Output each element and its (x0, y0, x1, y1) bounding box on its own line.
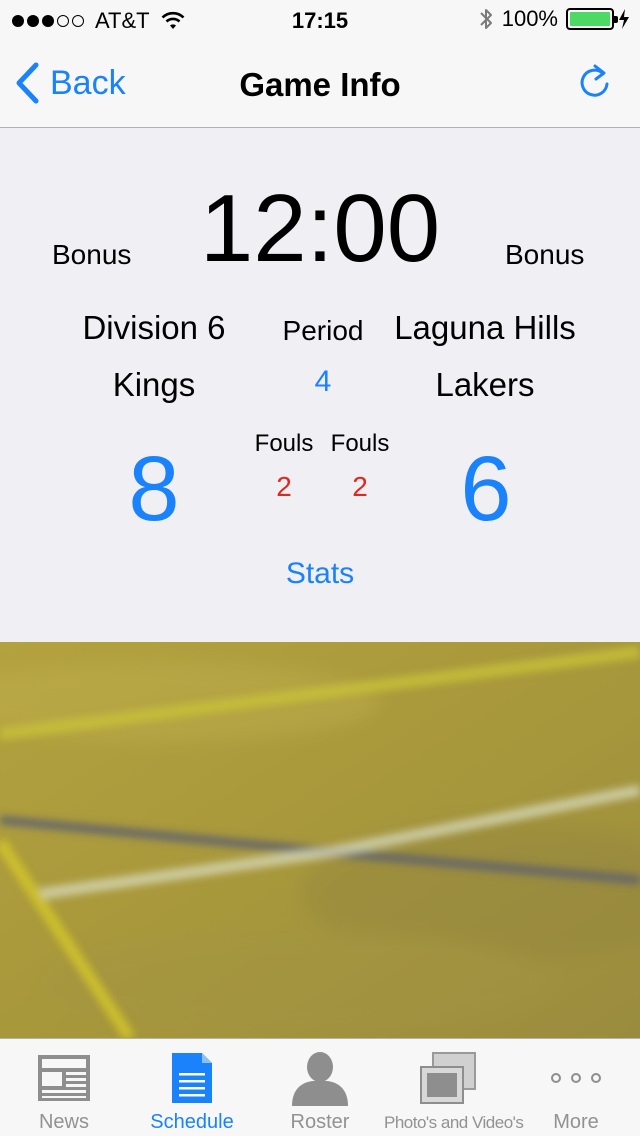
page-title: Game Info (239, 66, 401, 103)
more-dots-icon (512, 1049, 640, 1107)
newspaper-icon (0, 1049, 128, 1107)
refresh-icon (580, 64, 609, 97)
tab-more[interactable]: More (512, 1039, 640, 1136)
stats-link[interactable]: Stats (0, 557, 640, 591)
photos-icon (384, 1049, 512, 1107)
tab-roster[interactable]: Roster (256, 1039, 384, 1136)
tab-label: More (553, 1111, 599, 1133)
away-team-mascot: Lakers (435, 366, 535, 403)
scoreboard: Bonus 12:00 Bonus Division 6 Period Lagu… (0, 129, 640, 642)
period-value: 4 (314, 365, 332, 398)
status-bar: AT&T 17:15 100% (0, 0, 640, 40)
home-fouls-value: 2 (276, 471, 292, 502)
tab-label: Schedule (150, 1111, 234, 1133)
tab-schedule[interactable]: Schedule (128, 1039, 256, 1136)
battery-icon (566, 8, 618, 30)
battery-percent: 100% (501, 6, 558, 31)
bluetooth-icon (480, 9, 492, 29)
tab-label: Photo's and Video's (384, 1113, 524, 1132)
status-right: 100% (478, 6, 630, 32)
battery-nub (614, 16, 618, 23)
home-team-mascot: Kings (112, 366, 196, 403)
home-fouls-label: Fouls (254, 430, 314, 457)
tab-news[interactable]: News (0, 1039, 128, 1136)
person-icon (256, 1049, 384, 1107)
court-photo (0, 642, 640, 1038)
away-bonus-label: Bonus (505, 239, 585, 270)
refresh-button[interactable] (578, 62, 612, 107)
navigation-bar: Back Game Info (0, 40, 640, 128)
tab-label: Roster (290, 1111, 350, 1133)
charging-bolt-icon (619, 9, 629, 29)
away-score: 6 (460, 438, 512, 540)
document-icon (128, 1049, 256, 1107)
tab-label: News (38, 1111, 89, 1133)
battery-fill (570, 12, 610, 26)
tab-photos-videos[interactable]: Photo's and Video's (384, 1039, 524, 1136)
home-team-division: Division 6 (82, 309, 226, 346)
court-floor-image (0, 642, 640, 1038)
away-team-name: Laguna Hills (394, 309, 576, 346)
home-score: 8 (128, 438, 180, 540)
tab-bar: News Schedule Roster Photo's and Video's… (0, 1038, 640, 1136)
period-label: Period (282, 315, 364, 346)
